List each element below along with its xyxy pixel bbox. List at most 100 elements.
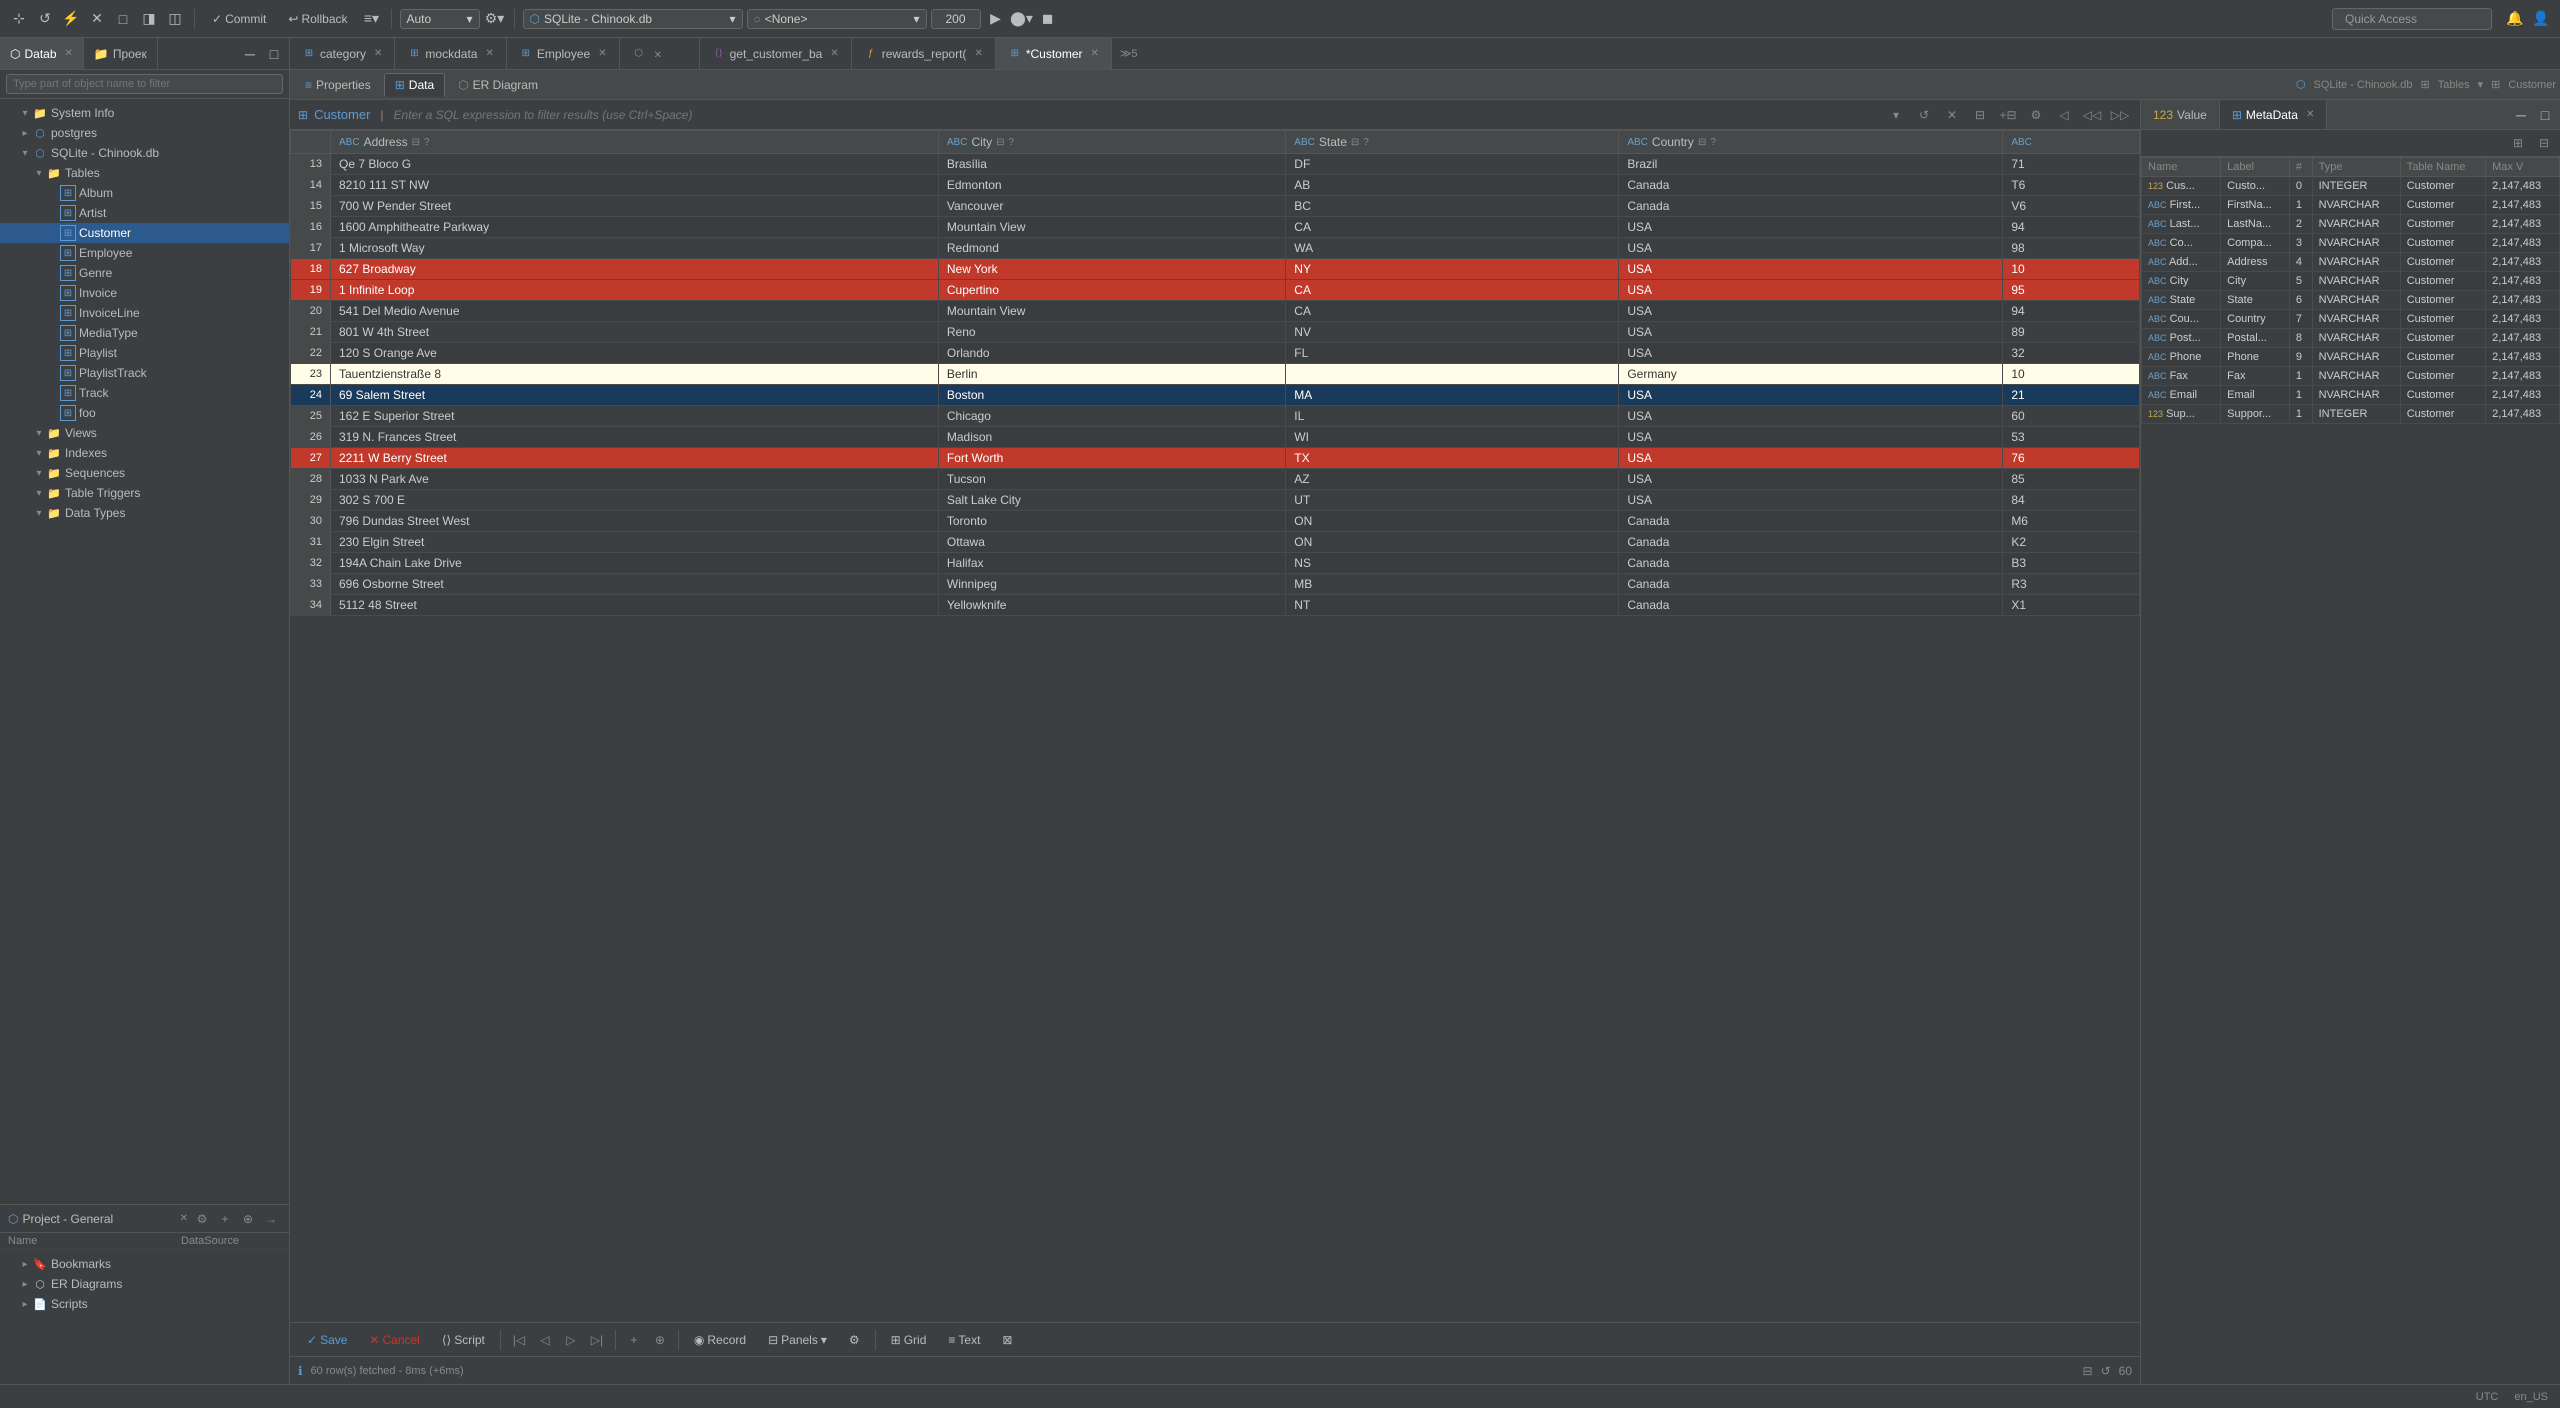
table-row[interactable]: 32 194A Chain Lake Drive Halifax NS Cana…: [291, 553, 2140, 574]
cell-address[interactable]: 69 Salem Street: [331, 385, 939, 406]
grid-button[interactable]: ⊞ Grid: [882, 1329, 936, 1351]
panel-minimize-icon[interactable]: ─: [239, 43, 261, 65]
project-item-bookmarks[interactable]: ▸🔖Bookmarks: [0, 1254, 289, 1274]
account-icon[interactable]: 👤: [2530, 8, 2552, 30]
quick-access-input[interactable]: Quick Access: [2332, 8, 2492, 30]
status-refresh-icon[interactable]: ↺: [2101, 1364, 2111, 1378]
cell-city[interactable]: Mountain View: [938, 217, 1285, 238]
col-city-sort[interactable]: ?: [1009, 137, 1015, 148]
col-address-filter[interactable]: ⊟: [412, 137, 420, 148]
settings-icon[interactable]: ⚙▾: [484, 8, 506, 30]
script-button[interactable]: ⟨⟩ Script: [433, 1329, 494, 1351]
cell-address[interactable]: Qe 7 Bloco G: [331, 154, 939, 175]
tree-item-sequences_group[interactable]: ▾📁Sequences: [0, 463, 289, 483]
limit-input[interactable]: 200: [931, 9, 981, 29]
nav-last[interactable]: ▷|: [585, 1328, 609, 1352]
filter-nav-back[interactable]: ◁: [2052, 104, 2076, 126]
cell-country[interactable]: USA: [1619, 238, 2003, 259]
col-country-filter[interactable]: ⊟: [1698, 137, 1706, 148]
sub-tables-arrow[interactable]: ▾: [2478, 78, 2484, 91]
cell-country[interactable]: Brazil: [1619, 154, 2003, 175]
cell-address[interactable]: 627 Broadway: [331, 259, 939, 280]
cell-city[interactable]: Berlin: [938, 364, 1285, 385]
editor-tab-category[interactable]: ⊞category✕: [290, 38, 395, 69]
tree-item-invoiceline[interactable]: ⊞InvoiceLine: [0, 303, 289, 323]
editor-tab-mockdata[interactable]: ⊞mockdata✕: [395, 38, 506, 69]
col-city-filter[interactable]: ⊟: [996, 137, 1004, 148]
table-row[interactable]: 26 319 N. Frances Street Madison WI USA …: [291, 427, 2140, 448]
project-nav-icon2[interactable]: →: [261, 1209, 281, 1229]
table-row[interactable]: 13 Qe 7 Bloco G Brasília DF Brazil 71: [291, 154, 2140, 175]
cell-country[interactable]: Canada: [1619, 532, 2003, 553]
cell-state[interactable]: FL: [1286, 343, 1619, 364]
editor-tab-rewards_report[interactable]: ƒrewards_report(✕: [852, 38, 996, 69]
table-row[interactable]: 20 541 Del Medio Avenue Mountain View CA…: [291, 301, 2140, 322]
col-address-sort[interactable]: ?: [424, 137, 430, 148]
cell-country[interactable]: Canada: [1619, 574, 2003, 595]
tree-item-views_group[interactable]: ▾📁Views: [0, 423, 289, 443]
tab-er-diagram[interactable]: ⬡ ER Diagram: [447, 73, 549, 97]
nav-prev[interactable]: ◁: [533, 1328, 557, 1352]
tree-item-tables_group[interactable]: ▾📁Tables: [0, 163, 289, 183]
project-close[interactable]: ✕: [180, 1213, 188, 1224]
cell-address[interactable]: 796 Dundas Street West: [331, 511, 939, 532]
cell-country[interactable]: USA: [1619, 301, 2003, 322]
cell-address[interactable]: 1 Infinite Loop: [331, 280, 939, 301]
cell-city[interactable]: Toronto: [938, 511, 1285, 532]
filter-clear-icon[interactable]: ✕: [1940, 104, 1964, 126]
tab-close-get_customer_ba[interactable]: ✕: [830, 48, 838, 59]
cell-state[interactable]: IL: [1286, 406, 1619, 427]
cell-city[interactable]: Chicago: [938, 406, 1285, 427]
cell-state[interactable]: CA: [1286, 280, 1619, 301]
filter-nav-back2[interactable]: ◁◁: [2080, 104, 2104, 126]
table-row[interactable]: 25 162 E Superior Street Chicago IL USA …: [291, 406, 2140, 427]
tree-item-invoice[interactable]: ⊞Invoice: [0, 283, 289, 303]
tree-item-employee[interactable]: ⊞Employee: [0, 243, 289, 263]
tab-close-customer_active[interactable]: ✕: [1091, 48, 1099, 59]
cell-city[interactable]: Ottawa: [938, 532, 1285, 553]
col-state-header[interactable]: ABC State ⊟ ?: [1286, 131, 1619, 154]
col-state-sort[interactable]: ?: [1363, 137, 1369, 148]
cell-state[interactable]: ON: [1286, 532, 1619, 553]
cell-state[interactable]: NV: [1286, 322, 1619, 343]
add-row-icon[interactable]: +: [622, 1328, 646, 1352]
col-country-header[interactable]: ABC Country ⊟ ?: [1619, 131, 2003, 154]
stop-icon[interactable]: ◼: [1037, 8, 1059, 30]
col-state-filter[interactable]: ⊟: [1351, 137, 1359, 148]
cell-address[interactable]: 801 W 4th Street: [331, 322, 939, 343]
cell-city[interactable]: Fort Worth: [938, 448, 1285, 469]
cell-country[interactable]: USA: [1619, 280, 2003, 301]
table-row[interactable]: 19 1 Infinite Loop Cupertino CA USA 95: [291, 280, 2140, 301]
cell-city[interactable]: Salt Lake City: [938, 490, 1285, 511]
cell-city[interactable]: Cupertino: [938, 280, 1285, 301]
metadata-tab-close[interactable]: ✕: [2306, 109, 2314, 120]
cell-address[interactable]: 1 Microsoft Way: [331, 238, 939, 259]
project-new-icon[interactable]: +: [215, 1209, 235, 1229]
cell-state[interactable]: AZ: [1286, 469, 1619, 490]
table-row[interactable]: 29 302 S 700 E Salt Lake City UT USA 84: [291, 490, 2140, 511]
table-row[interactable]: 15 700 W Pender Street Vancouver BC Cana…: [291, 196, 2140, 217]
tree-item-track[interactable]: ⊞Track: [0, 383, 289, 403]
table-row[interactable]: 16 1600 Amphitheatre Parkway Mountain Vi…: [291, 217, 2140, 238]
db-combo[interactable]: ⬡ SQLite - Chinook.db ▾: [523, 9, 743, 29]
cell-city[interactable]: Brasília: [938, 154, 1285, 175]
cursor-icon[interactable]: ⊹: [8, 8, 30, 30]
cell-city[interactable]: Winnipeg: [938, 574, 1285, 595]
editor-tab-sqlite_chino[interactable]: ⬡✕: [620, 38, 700, 69]
cell-address[interactable]: 1033 N Park Ave: [331, 469, 939, 490]
table-row[interactable]: 24 69 Salem Street Boston MA USA 21: [291, 385, 2140, 406]
meta-expand-icon[interactable]: ⊞: [2506, 132, 2530, 154]
cell-state[interactable]: ON: [1286, 511, 1619, 532]
col-address-header[interactable]: ABC Address ⊟ ?: [331, 131, 939, 154]
table-row[interactable]: 27 2211 W Berry Street Fort Worth TX USA…: [291, 448, 2140, 469]
tree-item-artist[interactable]: ⊞Artist: [0, 203, 289, 223]
cell-city[interactable]: Reno: [938, 322, 1285, 343]
tree-item-sqlite_chinook[interactable]: ▾⬡SQLite - Chinook.db: [0, 143, 289, 163]
none-combo[interactable]: ○ <None> ▾: [747, 9, 927, 29]
cell-city[interactable]: Vancouver: [938, 196, 1285, 217]
tab-close-employee[interactable]: ✕: [598, 48, 606, 59]
cell-address[interactable]: 696 Osborne Street: [331, 574, 939, 595]
transaction-icon[interactable]: ≡▾: [361, 8, 383, 30]
editor-tab-more[interactable]: ≫5: [1112, 38, 1146, 69]
cell-state[interactable]: [1286, 364, 1619, 385]
